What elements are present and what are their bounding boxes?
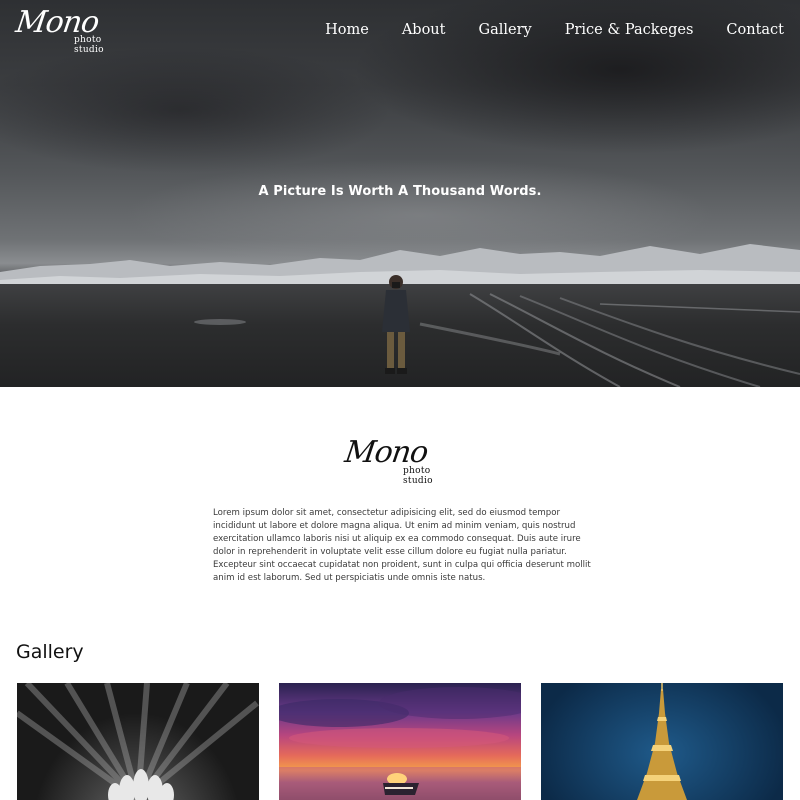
gallery-image-eiffel[interactable] — [541, 683, 783, 800]
about-logo: Mono photo studio — [342, 435, 460, 486]
nav-contact-link[interactable]: Contact — [726, 22, 784, 38]
photographer-figure — [382, 275, 410, 374]
brand-logo[interactable]: Mono photo studio — [13, 5, 131, 55]
about-logo-subtitle: photo studio — [403, 466, 433, 486]
nav-about-link[interactable]: About — [402, 22, 446, 38]
about-description: Lorem ipsum dolor sit amet, consectetur … — [213, 508, 591, 583]
main-nav: Home About Gallery Price & Packeges Cont… — [325, 22, 784, 38]
hero-banner: Mono photo studio Home About Gallery Pri… — [0, 0, 800, 387]
hero-tagline: A Picture Is Worth A Thousand Words. — [258, 184, 542, 199]
sunset-photo-art — [279, 687, 521, 800]
gallery-heading: Gallery — [16, 641, 84, 663]
nav-pricing-link[interactable]: Price & Packeges — [565, 22, 694, 38]
flower-photo-art — [17, 683, 259, 800]
about-logo-script: Mono — [342, 435, 430, 470]
gallery-image-sunset[interactable] — [279, 683, 521, 800]
brand-logo-subtitle: photo studio — [74, 35, 104, 55]
nav-gallery-link[interactable]: Gallery — [478, 22, 531, 38]
brand-logo-script: Mono — [13, 5, 101, 40]
eiffel-photo-art — [637, 683, 687, 800]
gallery-image-flower[interactable] — [17, 683, 259, 800]
nav-home-link[interactable]: Home — [325, 22, 369, 38]
